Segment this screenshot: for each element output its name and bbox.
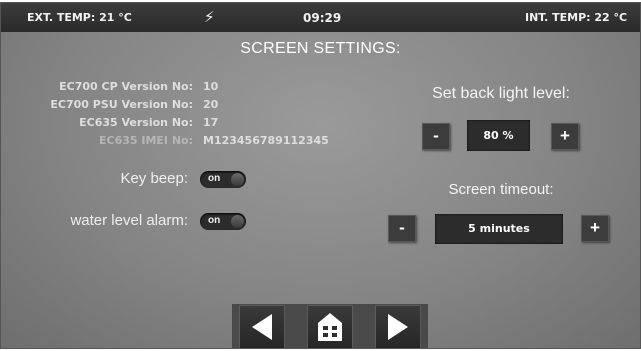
backlight-decrease-button[interactable]: - <box>422 123 450 150</box>
home-icon <box>318 313 342 341</box>
next-button[interactable] <box>375 305 421 348</box>
status-bar: EXT. TEMP: 21 °C ⚡ 09:29 INT. TEMP: 22 °… <box>1 3 640 32</box>
toggle-knob <box>231 215 244 228</box>
psu-version-value: 20 <box>203 98 219 111</box>
key-beep-label: Key beep: <box>120 170 188 187</box>
backlight-label: Set back light level: <box>432 85 570 102</box>
clock: 09:29 <box>303 11 342 25</box>
backlight-increase-button[interactable]: + <box>551 123 579 150</box>
back-arrow-icon <box>252 314 272 340</box>
cp-version-label: EC700 CP Version No: <box>59 80 193 93</box>
timeout-decrease-button[interactable]: - <box>388 215 416 242</box>
water-level-alarm-label: water level alarm: <box>70 212 188 229</box>
backlight-value: 80 % <box>467 120 530 151</box>
water-level-alarm-toggle[interactable]: on <box>200 213 246 230</box>
touch-screen: EXT. TEMP: 21 °C ⚡ 09:29 INT. TEMP: 22 °… <box>0 2 641 349</box>
next-arrow-icon <box>388 314 408 340</box>
ec635-version-value: 17 <box>203 116 219 129</box>
version-values: 10 20 17 M123456789112345 <box>203 78 329 150</box>
external-temperature: EXT. TEMP: 21 °C <box>27 11 132 24</box>
power-icon: ⚡ <box>204 8 215 26</box>
toggle-knob <box>231 173 244 186</box>
version-labels: EC700 CP Version No: EC700 PSU Version N… <box>50 78 193 150</box>
toggle-state-text: on <box>208 215 221 226</box>
toggle-state-text: on <box>208 173 221 184</box>
ec635-version-label: EC635 Version No: <box>79 116 193 129</box>
timeout-increase-button[interactable]: + <box>581 215 609 242</box>
key-beep-toggle[interactable]: on <box>200 171 246 188</box>
home-button[interactable] <box>307 305 353 348</box>
cp-version-value: 10 <box>203 80 219 93</box>
imei-value: M123456789112345 <box>203 134 329 147</box>
page-title: SCREEN SETTINGS: <box>240 40 401 57</box>
internal-temperature: INT. TEMP: 22 °C <box>525 11 628 24</box>
psu-version-label: EC700 PSU Version No: <box>50 98 193 111</box>
timeout-value: 5 minutes <box>435 214 563 244</box>
screen-timeout-label: Screen timeout: <box>448 181 554 198</box>
back-button[interactable] <box>239 305 285 348</box>
imei-label: EC635 IMEI No: <box>98 134 193 147</box>
